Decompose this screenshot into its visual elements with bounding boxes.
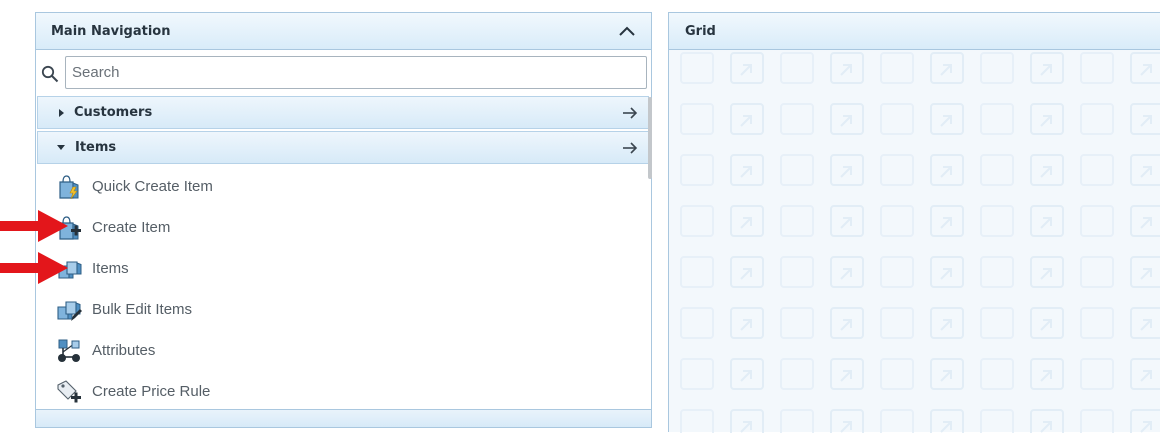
- nav-item-attributes[interactable]: Attributes: [36, 330, 653, 371]
- main-navigation-panel: Main Navigation Customers Items: [35, 12, 652, 428]
- grid-watermark-pattern: [669, 50, 1160, 433]
- create-price-rule-icon: [57, 379, 81, 402]
- group-customers[interactable]: Customers: [37, 96, 649, 129]
- nav-item-create-item[interactable]: Create Item: [36, 207, 653, 248]
- nav-item-items[interactable]: Items: [36, 248, 653, 289]
- nav-item-label: Attributes: [92, 342, 156, 359]
- group-label: Customers: [74, 105, 153, 120]
- search-row: [36, 56, 653, 92]
- quick-create-item-icon: [59, 174, 79, 199]
- annotation-arrow-items: [0, 252, 68, 284]
- chevron-up-icon: [619, 26, 635, 36]
- nav-item-label: Items: [92, 260, 129, 277]
- annotation-arrow-create-item: [0, 210, 68, 242]
- arrow-right-icon[interactable]: [622, 105, 638, 121]
- bulk-edit-items-icon: [57, 300, 82, 321]
- caret-right-icon: [59, 108, 64, 117]
- nav-item-label: Create Price Rule: [92, 383, 211, 400]
- items-submenu: Quick Create Item Create Item Items Bulk…: [36, 166, 653, 410]
- main-navigation-title: Main Navigation: [51, 23, 171, 39]
- main-navigation-footer: [36, 409, 651, 427]
- group-label: Items: [75, 140, 117, 155]
- search-icon: [41, 65, 59, 83]
- grid-panel: Grid: [668, 12, 1160, 433]
- nav-item-bulk-edit-items[interactable]: Bulk Edit Items: [36, 289, 653, 330]
- nav-item-quick-create-item[interactable]: Quick Create Item: [36, 166, 653, 207]
- attributes-icon: [58, 339, 80, 362]
- main-navigation-header: Main Navigation: [36, 13, 651, 50]
- caret-down-icon: [57, 145, 65, 150]
- search-input[interactable]: [65, 56, 647, 89]
- grid-title: Grid: [685, 23, 716, 39]
- navigation-scrollbar[interactable]: [648, 97, 652, 179]
- collapse-panel-button[interactable]: [617, 21, 637, 41]
- arrow-right-icon[interactable]: [622, 140, 638, 156]
- nav-item-label: Bulk Edit Items: [92, 301, 193, 318]
- nav-item-create-price-rule[interactable]: Create Price Rule: [36, 371, 653, 410]
- grid-header: Grid: [669, 13, 1160, 50]
- group-items[interactable]: Items: [37, 131, 649, 164]
- navigation-list: Customers Items Quick Create Item Create…: [36, 96, 653, 410]
- nav-item-label: Quick Create Item: [92, 178, 213, 195]
- nav-item-label: Create Item: [92, 219, 171, 236]
